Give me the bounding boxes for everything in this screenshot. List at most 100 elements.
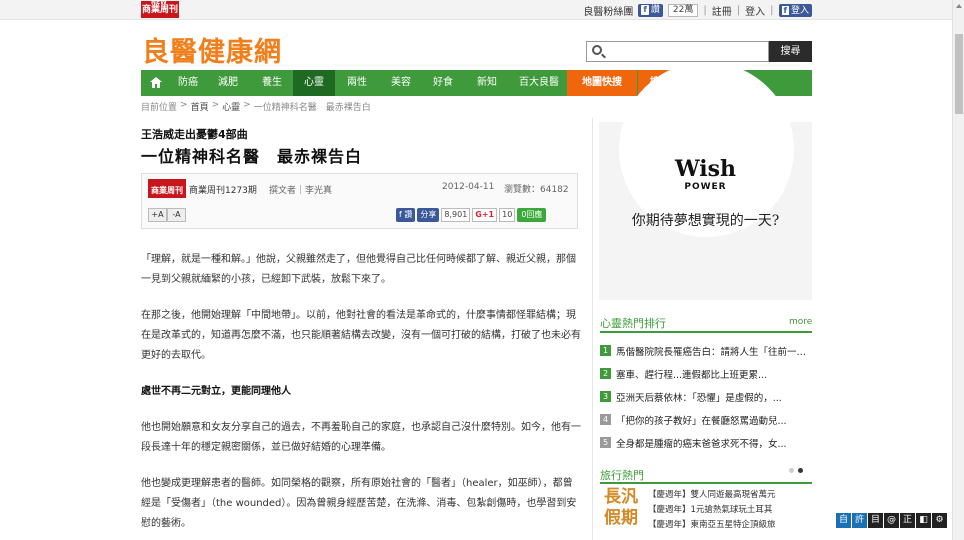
- toolbar-button[interactable]: 目: [868, 513, 883, 528]
- mag-logo-text: 商業周刊: [141, 5, 178, 15]
- breadcrumb-section[interactable]: 心靈: [222, 100, 240, 113]
- fb-login-label: 登入: [790, 5, 809, 16]
- font-size-controls: +A -A: [148, 208, 186, 222]
- top-links: 良醫粉絲團 f讚 22萬 | 註冊 | 登入 | f 登入: [583, 3, 812, 18]
- like-count: 22萬: [667, 3, 699, 17]
- hot-more-link[interactable]: more: [789, 317, 812, 327]
- travel-item[interactable]: 【慶週年】東南亞五星特企頂級旅: [648, 518, 813, 533]
- toolbar-button[interactable]: 許: [852, 513, 867, 528]
- nav-item-cancer[interactable]: 防癌: [171, 70, 205, 96]
- divider: |: [770, 4, 774, 16]
- search-box: [586, 41, 769, 62]
- rank-badge: 3: [600, 391, 611, 402]
- business-weekly-logo[interactable]: NEW 商業周刊: [141, 0, 179, 18]
- register-link[interactable]: 註冊: [712, 3, 732, 18]
- fb-login-button[interactable]: f 登入: [778, 3, 812, 17]
- top-bar: NEW 商業周刊 良醫粉絲團 f讚 22萬 | 註冊 | 登入 | f 登入: [0, 0, 964, 20]
- travel-item[interactable]: 【慶週年】1元搶熱氣球玩土耳其: [648, 503, 813, 518]
- article-paragraph: 「理解，就是一種和解。」他說，父親雖然走了，但他覺得自己比任何時候都了解、親近父…: [141, 254, 576, 285]
- article-subtitle: 王浩威走出憂鬱4部曲: [141, 128, 248, 141]
- divider: |: [736, 4, 741, 16]
- rank-badge: 4: [600, 414, 611, 425]
- scroll-thumb[interactable]: [955, 34, 963, 114]
- article-paragraph: 他也開始願意和女友分享自己的過去，不再羞恥自己的家庭，也承認自己沒什麼特別。如今…: [141, 422, 581, 453]
- article-meta: 商業周刊 商業周刊1273期 撰文者｜李光真 2012-04-11 瀏覽數：64…: [141, 173, 578, 229]
- nav-item-food[interactable]: 好食: [423, 70, 463, 96]
- breadcrumb: 目前位置 > 首頁 > 心靈 > 一位精神科名醫 最赤裸告白: [141, 100, 371, 113]
- toolbar-button[interactable]: ◧: [916, 513, 931, 528]
- toolbar-button[interactable]: 自: [836, 513, 851, 528]
- fb-like-label: 讚: [650, 4, 660, 15]
- divider: |: [703, 4, 707, 16]
- toolbar-button[interactable]: 正: [900, 513, 915, 528]
- ad-brand: Wish: [674, 156, 737, 182]
- font-increase-button[interactable]: +A: [148, 208, 167, 222]
- hot-item-text: 馬偕醫院院長罹癌告白：請將人生「往前一步」: [616, 346, 812, 358]
- hot-list-item[interactable]: 2 塞車、趕行程...連假都比上班更累...: [600, 362, 812, 385]
- article-title: 一位精神科名醫 最赤裸告白: [141, 147, 363, 166]
- site-logo[interactable]: 良醫健康網: [142, 30, 282, 69]
- breadcrumb-sep: >: [180, 100, 188, 110]
- nav-item-mind[interactable]: 心靈: [293, 70, 335, 96]
- scroll-up-icon[interactable]: [956, 4, 962, 8]
- hot-list-rule: [600, 331, 812, 333]
- article-source[interactable]: 商業周刊1273期: [189, 183, 257, 196]
- nav-item-gender[interactable]: 兩性: [335, 70, 379, 96]
- toolbar-button[interactable]: @: [884, 513, 899, 528]
- nav-item-health[interactable]: 養生: [251, 70, 293, 96]
- fb-like-article-button[interactable]: f 讚: [396, 208, 416, 222]
- facebook-icon: f: [781, 5, 789, 15]
- hot-list-title: 心靈熱門排行: [600, 317, 666, 330]
- font-decrease-button[interactable]: -A: [167, 208, 186, 222]
- page-scrollbar[interactable]: [952, 0, 964, 540]
- share-count: 8,901: [441, 208, 471, 222]
- fb-like-button[interactable]: f讚: [638, 3, 663, 17]
- article-date: 2012-04-11: [442, 182, 495, 192]
- nav-item-top-doctors[interactable]: 百大良醫: [511, 70, 567, 96]
- fb-like-article-label: 讚: [404, 210, 413, 219]
- search-input[interactable]: [607, 44, 765, 59]
- travel-rule: [600, 482, 812, 484]
- article-section-heading: 處世不再二元對立，更能同理他人: [141, 386, 291, 397]
- google-plus-button[interactable]: G+1: [472, 208, 498, 222]
- travel-item[interactable]: 【慶週年】雙人同遊最高現省萬元: [648, 488, 813, 503]
- nav-home[interactable]: [141, 70, 171, 96]
- ad-tagline: 你期待夢想實現的一天?: [631, 213, 780, 229]
- hot-list-item[interactable]: 5 全身都是腫瘤的癌末爸爸求死不得，女...: [600, 431, 812, 454]
- carousel-dot[interactable]: [789, 468, 794, 473]
- travel-logo-text: 長汎假期: [604, 487, 638, 528]
- hot-item-text: 亞洲天后蔡依林：「恐懼」是虛假的，...: [616, 392, 782, 404]
- hot-list-item[interactable]: 1 馬偕醫院院長罹癌告白：請將人生「往前一步」: [600, 339, 812, 362]
- search-icon: [592, 45, 602, 55]
- carousel-dot-active[interactable]: [798, 468, 803, 473]
- login-link[interactable]: 登入: [745, 3, 765, 18]
- travel-agency-logo[interactable]: 長汎假期: [600, 487, 642, 535]
- nav-item-news[interactable]: 新知: [463, 70, 511, 96]
- fb-share-button[interactable]: 分享: [417, 208, 440, 222]
- ad-brand-sub: POWER: [684, 182, 727, 192]
- column-divider: [592, 118, 593, 540]
- settings-icon[interactable]: ⚙: [932, 513, 947, 528]
- gplus-count: 10: [499, 208, 516, 222]
- hot-list: 1 馬偕醫院院長罹癌告白：請將人生「往前一步」 2 塞車、趕行程...連假都比上班更…: [600, 339, 812, 454]
- fans-label: 良醫粉絲團: [583, 6, 634, 18]
- nav-item-diet[interactable]: 減肥: [205, 70, 251, 96]
- nav-item-map-search[interactable]: 地圖快搜: [567, 70, 637, 96]
- breadcrumb-sep: >: [211, 100, 220, 110]
- breadcrumb-home[interactable]: 首頁: [191, 100, 209, 113]
- rank-badge: 5: [600, 437, 611, 448]
- article-views: 瀏覽數：64182: [504, 185, 569, 195]
- home-icon: [150, 77, 162, 88]
- article-paragraph: 在那之後，他開始理解「中間地帶」。以前，他對社會的看法是革命式的，什麼事情都怪罪…: [141, 310, 581, 361]
- breadcrumb-sep: >: [243, 100, 251, 110]
- breadcrumb-prefix: 目前位置: [141, 103, 178, 113]
- share-bar: f 讚 分享 8,901 G+1 10 0回應: [396, 208, 547, 222]
- facebook-icon: f: [641, 5, 649, 15]
- search-button[interactable]: 搜尋: [769, 41, 812, 62]
- comments-button[interactable]: 0回應: [517, 208, 547, 222]
- hot-list-item[interactable]: 4 「把你的孩子教好」在餐廳怒罵過動兒...: [600, 408, 812, 431]
- hot-list-item[interactable]: 3 亞洲天后蔡依林：「恐懼」是虛假的，...: [600, 385, 812, 408]
- rank-badge: 2: [600, 368, 611, 379]
- ad-banner[interactable]: Wish POWER 你期待夢想實現的一天?: [599, 62, 812, 300]
- nav-item-beauty[interactable]: 美容: [379, 70, 423, 96]
